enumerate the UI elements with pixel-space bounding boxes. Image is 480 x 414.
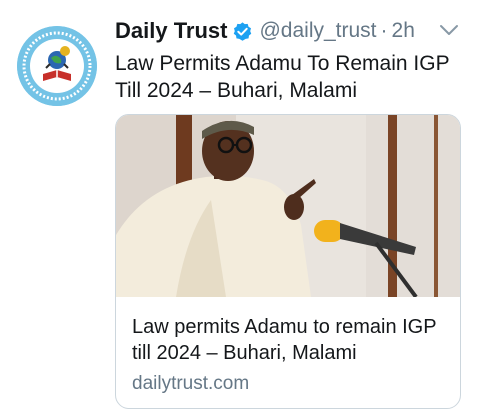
display-name[interactable]: Daily Trust <box>115 18 227 44</box>
separator-dot: · <box>380 19 388 42</box>
tweet-header: Daily Trust @daily_trust · 2h <box>115 14 415 48</box>
verified-badge-icon <box>234 21 252 41</box>
daily-trust-logo-icon <box>17 26 97 106</box>
handle[interactable]: @daily_trust <box>259 19 376 43</box>
chevron-down-icon[interactable] <box>438 22 460 38</box>
card-domain: dailytrust.com <box>132 373 250 394</box>
timestamp[interactable]: 2h <box>392 19 415 43</box>
card-photo <box>116 115 460 297</box>
card-title: Law permits Adamu to remain IGP till 202… <box>132 316 437 364</box>
tweet-text: Law Permits Adamu To Remain IGP Till 202… <box>115 52 450 102</box>
avatar[interactable] <box>17 26 97 106</box>
card-image[interactable] <box>116 115 460 297</box>
link-card[interactable]: Law permits Adamu to remain IGP till 202… <box>115 114 461 409</box>
tweet[interactable]: Daily Trust @daily_trust · 2h Law Permit… <box>0 0 480 414</box>
